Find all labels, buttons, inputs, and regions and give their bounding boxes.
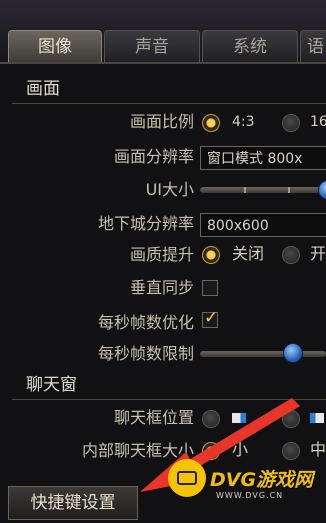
gamepad-icon <box>168 459 206 497</box>
annotation-arrow-icon <box>140 398 300 492</box>
watermark: DVG游戏网 WWW.DVG.CN <box>168 451 326 521</box>
watermark-url: WWW.DVG.CN <box>216 491 284 500</box>
watermark-brand: DVG游戏网 <box>210 469 314 491</box>
